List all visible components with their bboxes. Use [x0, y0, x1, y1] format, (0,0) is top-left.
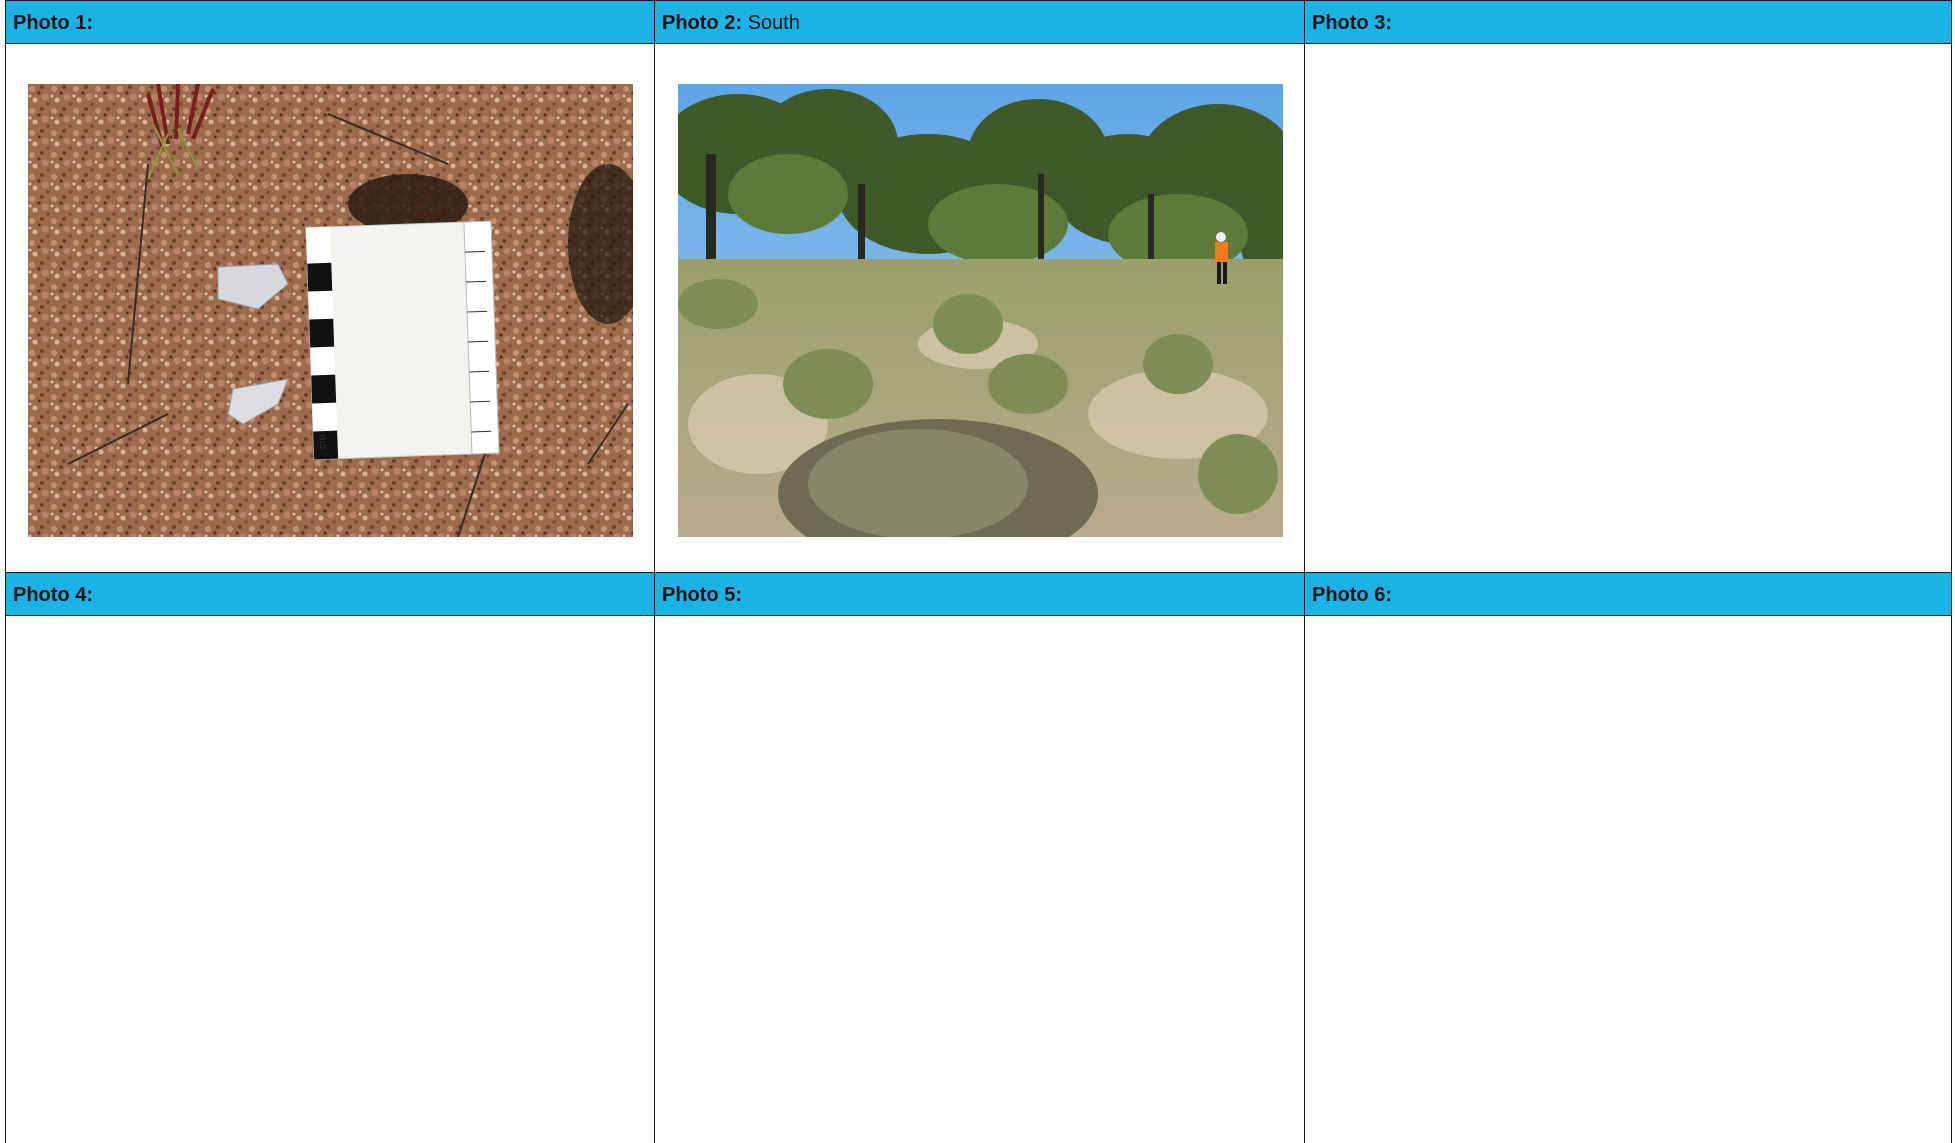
photo-image-1: cm: [28, 84, 633, 537]
photo-label-1: Photo 1:: [13, 12, 93, 34]
photo-header-5: Photo 5:: [655, 572, 1304, 616]
photo-cell-5: Photo 5:: [654, 572, 1305, 1143]
photo-grid: Photo 1: cm Photo 2: South Photo 3: Phot…: [5, 0, 1952, 1143]
photo-caption-2: South: [747, 12, 800, 34]
photo-label-6: Photo 6:: [1312, 584, 1392, 606]
photo-header-6: Photo 6:: [1305, 572, 1951, 616]
photo-cell-6: Photo 6:: [1304, 572, 1952, 1143]
photo-image-2: [678, 84, 1283, 537]
photo-cell-4: Photo 4:: [5, 572, 655, 1143]
photo-label-3: Photo 3:: [1312, 12, 1392, 34]
photo-label-4: Photo 4:: [13, 584, 93, 606]
photo-header-4: Photo 4:: [6, 572, 654, 616]
svg-text:cm: cm: [316, 434, 329, 449]
photo-header-1: Photo 1:: [6, 0, 654, 44]
photo-header-2: Photo 2: South: [655, 0, 1304, 44]
photo-label-2: Photo 2:: [662, 12, 742, 34]
photo-label-5: Photo 5:: [662, 584, 742, 606]
photo-header-3: Photo 3:: [1305, 0, 1951, 44]
photo-cell-1: Photo 1: cm: [5, 0, 655, 574]
photo-cell-2: Photo 2: South: [654, 0, 1305, 574]
photo-cell-3: Photo 3:: [1304, 0, 1952, 574]
